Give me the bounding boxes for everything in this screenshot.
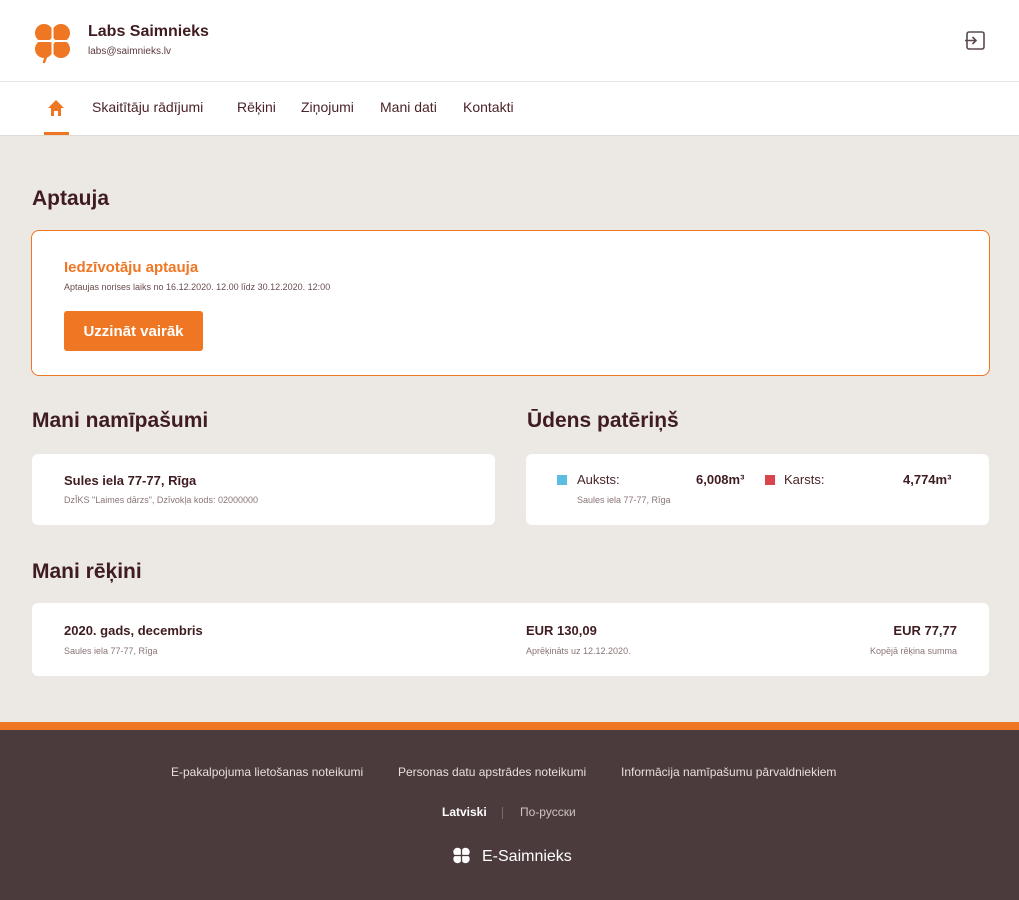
survey-subtitle: Aptaujas norises laiks no 16.12.2020. 12… bbox=[64, 282, 331, 292]
property-address: Sules iela 77-77, Rīga bbox=[64, 473, 197, 488]
bill-card[interactable]: 2020. gads, decembris Saules iela 77-77,… bbox=[32, 603, 989, 676]
lang-separator bbox=[502, 807, 503, 819]
user-email: labs@saimnieks.lv bbox=[88, 46, 171, 57]
property-card[interactable]: Sules iela 77-77, Rīga DzĪKS "Laimes dār… bbox=[32, 454, 495, 525]
bills-section-title: Mani rēķini bbox=[32, 560, 142, 583]
footer-accent-bar bbox=[0, 722, 1019, 730]
hot-water-label: Karsts: bbox=[784, 472, 825, 487]
survey-section-title: Aptauja bbox=[32, 187, 110, 210]
bill-total-note: Kopējā rēķina summa bbox=[869, 646, 957, 656]
user-name: Labs Saimnieks bbox=[88, 23, 209, 40]
clover-logo-icon[interactable] bbox=[30, 20, 76, 64]
header: Labs Saimnieks labs@saimnieks.lv bbox=[0, 0, 1019, 82]
main-nav: Skaitītāju rādījumi Rēķini Ziņojumi Mani… bbox=[0, 82, 1019, 136]
survey-title: Iedzīvotāju aptauja bbox=[64, 259, 199, 276]
bill-total-amount: EUR 77,77 bbox=[893, 623, 957, 638]
bill-period: 2020. gads, decembris bbox=[64, 623, 203, 638]
nav-item-meter-readings[interactable]: Skaitītāju rādījumi bbox=[92, 99, 203, 115]
water-address: Saules iela 77-77, Rīga bbox=[577, 495, 671, 505]
water-section-title: Ūdens patēriņš bbox=[527, 409, 679, 432]
footer-link-terms[interactable]: E-pakalpojuma lietošanas noteikumi bbox=[171, 765, 363, 779]
footer: E-pakalpojuma lietošanas noteikumi Perso… bbox=[0, 730, 1019, 900]
nav-item-my-data[interactable]: Mani dati bbox=[380, 99, 437, 115]
logout-icon[interactable] bbox=[964, 30, 986, 52]
bill-calc-note: Aprēķināts uz 12.12.2020. bbox=[526, 646, 631, 656]
water-card[interactable]: Auksts: 6,008m³ Karsts: 4,774m³ Saules i… bbox=[526, 454, 989, 525]
bill-calc-amount: EUR 130,09 bbox=[526, 623, 597, 638]
survey-card: Iedzīvotāju aptauja Aptaujas norises lai… bbox=[31, 230, 990, 376]
cold-water-swatch bbox=[557, 475, 567, 485]
footer-brand-name: E-Saimnieks bbox=[482, 848, 572, 865]
lang-latvian[interactable]: Latviski bbox=[442, 805, 487, 819]
nav-item-bills[interactable]: Rēķini bbox=[237, 99, 276, 115]
property-details: DzĪKS "Laimes dārzs", Dzīvokļa kods: 020… bbox=[64, 495, 258, 505]
hot-water-value: 4,774m³ bbox=[903, 472, 952, 487]
nav-item-contacts[interactable]: Kontakti bbox=[463, 99, 514, 115]
lang-russian[interactable]: По-русски bbox=[520, 805, 576, 819]
cold-water-label: Auksts: bbox=[577, 472, 620, 487]
footer-link-privacy[interactable]: Personas datu apstrādes noteikumi bbox=[398, 765, 586, 779]
cold-water-value: 6,008m³ bbox=[696, 472, 745, 487]
properties-section-title: Mani namīpašumi bbox=[32, 409, 209, 432]
nav-item-messages[interactable]: Ziņojumi bbox=[301, 99, 354, 115]
hot-water-swatch bbox=[765, 475, 775, 485]
clover-brand-icon bbox=[452, 847, 471, 864]
home-icon[interactable] bbox=[44, 96, 68, 120]
learn-more-button[interactable]: Uzzināt vairāk bbox=[64, 311, 203, 351]
bill-address: Saules iela 77-77, Rīga bbox=[64, 646, 158, 656]
nav-active-indicator bbox=[44, 132, 69, 135]
footer-link-managers[interactable]: Informācija namīpašumu pārvaldniekiem bbox=[621, 765, 836, 779]
